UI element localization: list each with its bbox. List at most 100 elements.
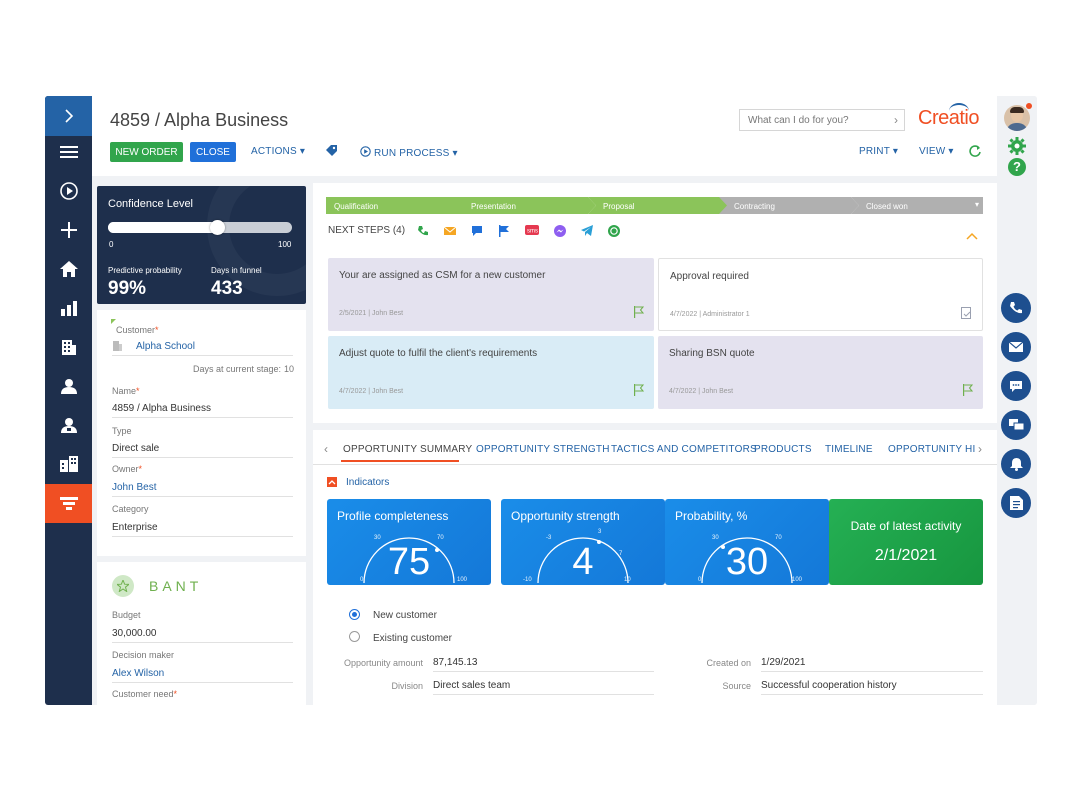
chevron-up-icon	[328, 480, 336, 485]
caret-down-icon[interactable]: ▾	[975, 200, 979, 209]
divider	[761, 694, 983, 695]
customer-link[interactable]: Alpha School	[136, 341, 195, 352]
tile-value: 30	[725, 541, 769, 583]
documents-button[interactable]	[1001, 488, 1031, 518]
communication-toolbar: sms	[417, 225, 620, 237]
name-field[interactable]: 4859 / Alpha Business	[112, 403, 211, 414]
run-process-menu[interactable]: RUN PROCESS ▾	[360, 146, 458, 159]
main-area: 4859 / Alpha Business What can I do for …	[92, 96, 997, 705]
chat-button[interactable]	[1001, 371, 1031, 401]
source-field[interactable]: Successful cooperation history	[761, 680, 897, 691]
flag-icon[interactable]	[962, 384, 973, 396]
organizations-button[interactable]	[45, 444, 92, 483]
stage-proposal[interactable]: Proposal	[588, 197, 728, 214]
phone-icon[interactable]	[417, 225, 429, 237]
tab-opportunity-summary[interactable]: OPPORTUNITY SUMMARY	[343, 444, 472, 455]
type-field[interactable]: Direct sale	[112, 443, 159, 454]
call-button[interactable]	[1001, 293, 1031, 323]
tab-opportunity-history[interactable]: OPPORTUNITY HISTO	[888, 444, 976, 455]
office-building-icon	[59, 455, 78, 472]
whatsapp-icon[interactable]	[608, 225, 620, 237]
feed-button[interactable]	[1001, 410, 1031, 440]
notifications-button[interactable]	[1001, 449, 1031, 479]
tab-tactics-competitors[interactable]: TACTICS AND COMPETITORS	[611, 444, 757, 455]
indicators-toggle[interactable]	[327, 477, 337, 487]
search-input[interactable]: What can I do for you? ›	[739, 109, 905, 131]
approval-icon[interactable]	[961, 307, 972, 320]
tile-title: Opportunity strength	[511, 509, 620, 523]
created-on-field[interactable]: 1/29/2021	[761, 657, 806, 668]
indicators-label[interactable]: Indicators	[346, 477, 389, 488]
stage-presentation[interactable]: Presentation	[456, 197, 596, 214]
close-button[interactable]: CLOSE	[190, 142, 236, 162]
menu-button[interactable]	[45, 132, 92, 171]
leads-button[interactable]	[45, 405, 92, 444]
gear-icon	[1008, 137, 1026, 155]
tabs-scroll-right[interactable]: ›	[978, 442, 982, 456]
predictive-label: Predictive probability	[108, 266, 182, 275]
existing-customer-radio[interactable]	[349, 631, 360, 642]
opportunities-button[interactable]	[45, 484, 92, 523]
profile-completeness-tile[interactable]: Profile completeness 0 30 70 100 75	[327, 499, 491, 585]
collapse-button[interactable]	[966, 227, 978, 245]
probability-tile[interactable]: Probability, % 0 30 70 100 30	[665, 499, 829, 585]
sms-icon[interactable]: sms	[525, 225, 539, 237]
tab-timeline[interactable]: TIMELINE	[825, 444, 873, 455]
search-placeholder: What can I do for you?	[748, 115, 849, 126]
tags-button[interactable]	[326, 145, 337, 159]
flag-icon[interactable]	[498, 225, 510, 237]
new-order-button[interactable]: NEW ORDER	[110, 142, 183, 162]
owner-label: Owner*	[112, 464, 143, 474]
division-field[interactable]: Direct sales team	[433, 680, 510, 691]
owner-link[interactable]: John Best	[112, 482, 156, 493]
budget-field[interactable]: 30,000.00	[112, 628, 157, 639]
tile-value: 2/1/2021	[874, 547, 938, 564]
stage-closed-won[interactable]: Closed won ▾	[851, 197, 983, 214]
tabs-scroll-left[interactable]: ‹	[324, 442, 328, 456]
contacts-button[interactable]	[45, 366, 92, 405]
card-meta: 4/7/2022 | John Best	[669, 388, 734, 395]
next-step-card[interactable]: Sharing BSN quote 4/7/2022 | John Best	[658, 336, 983, 409]
confidence-slider[interactable]	[108, 220, 292, 235]
home-button[interactable]	[45, 249, 92, 288]
add-button[interactable]	[45, 210, 92, 249]
new-customer-radio[interactable]	[349, 609, 360, 620]
next-step-card[interactable]: Adjust quote to fulfil the client's requ…	[328, 336, 654, 409]
slider-handle[interactable]	[210, 220, 225, 235]
refresh-icon	[969, 145, 981, 157]
tile-title: Probability, %	[675, 509, 748, 523]
processes-button[interactable]	[45, 171, 92, 210]
email-button[interactable]	[1001, 332, 1031, 362]
telegram-icon[interactable]	[581, 225, 593, 237]
expand-nav-button[interactable]	[45, 96, 92, 136]
view-menu[interactable]: VIEW ▾	[919, 146, 954, 157]
category-field[interactable]: Enterprise	[112, 522, 158, 533]
amount-field[interactable]: 87,145.13	[433, 657, 478, 668]
new-customer-label: New customer	[373, 610, 437, 621]
tab-opportunity-strength[interactable]: OPPORTUNITY STRENGTH	[476, 444, 610, 455]
email-icon[interactable]	[444, 225, 456, 237]
print-menu[interactable]: PRINT ▾	[859, 146, 898, 157]
latest-activity-tile[interactable]: Date of latest activity 2/1/2021	[829, 499, 983, 585]
messenger-icon[interactable]	[554, 225, 566, 237]
flag-icon[interactable]	[633, 306, 644, 318]
avatar[interactable]	[1004, 105, 1030, 131]
tab-products[interactable]: PRODUCTS	[754, 444, 812, 455]
decision-maker-link[interactable]: Alex Wilson	[112, 668, 164, 679]
corner-marker-icon	[111, 319, 116, 324]
building-icon	[61, 339, 76, 355]
chat-icon[interactable]	[471, 225, 483, 237]
next-step-card[interactable]: Approval required 4/7/2022 | Administrat…	[658, 258, 983, 331]
flag-icon[interactable]	[633, 384, 644, 396]
stage-qualification[interactable]: Qualification	[326, 197, 466, 214]
actions-menu[interactable]: ACTIONS ▾	[251, 146, 305, 157]
opportunity-strength-tile[interactable]: Opportunity strength -10 -3 3 7 10 4	[501, 499, 665, 585]
help-icon[interactable]: ?	[1008, 158, 1026, 176]
accounts-button[interactable]	[45, 327, 92, 366]
next-step-card[interactable]: Your are assigned as CSM for a new custo…	[328, 258, 654, 331]
decision-maker-label: Decision maker	[112, 650, 175, 660]
refresh-button[interactable]	[969, 145, 981, 160]
stage-contracting[interactable]: Contracting	[719, 197, 859, 214]
settings-button[interactable]	[1008, 137, 1026, 160]
dashboards-button[interactable]	[45, 288, 92, 327]
